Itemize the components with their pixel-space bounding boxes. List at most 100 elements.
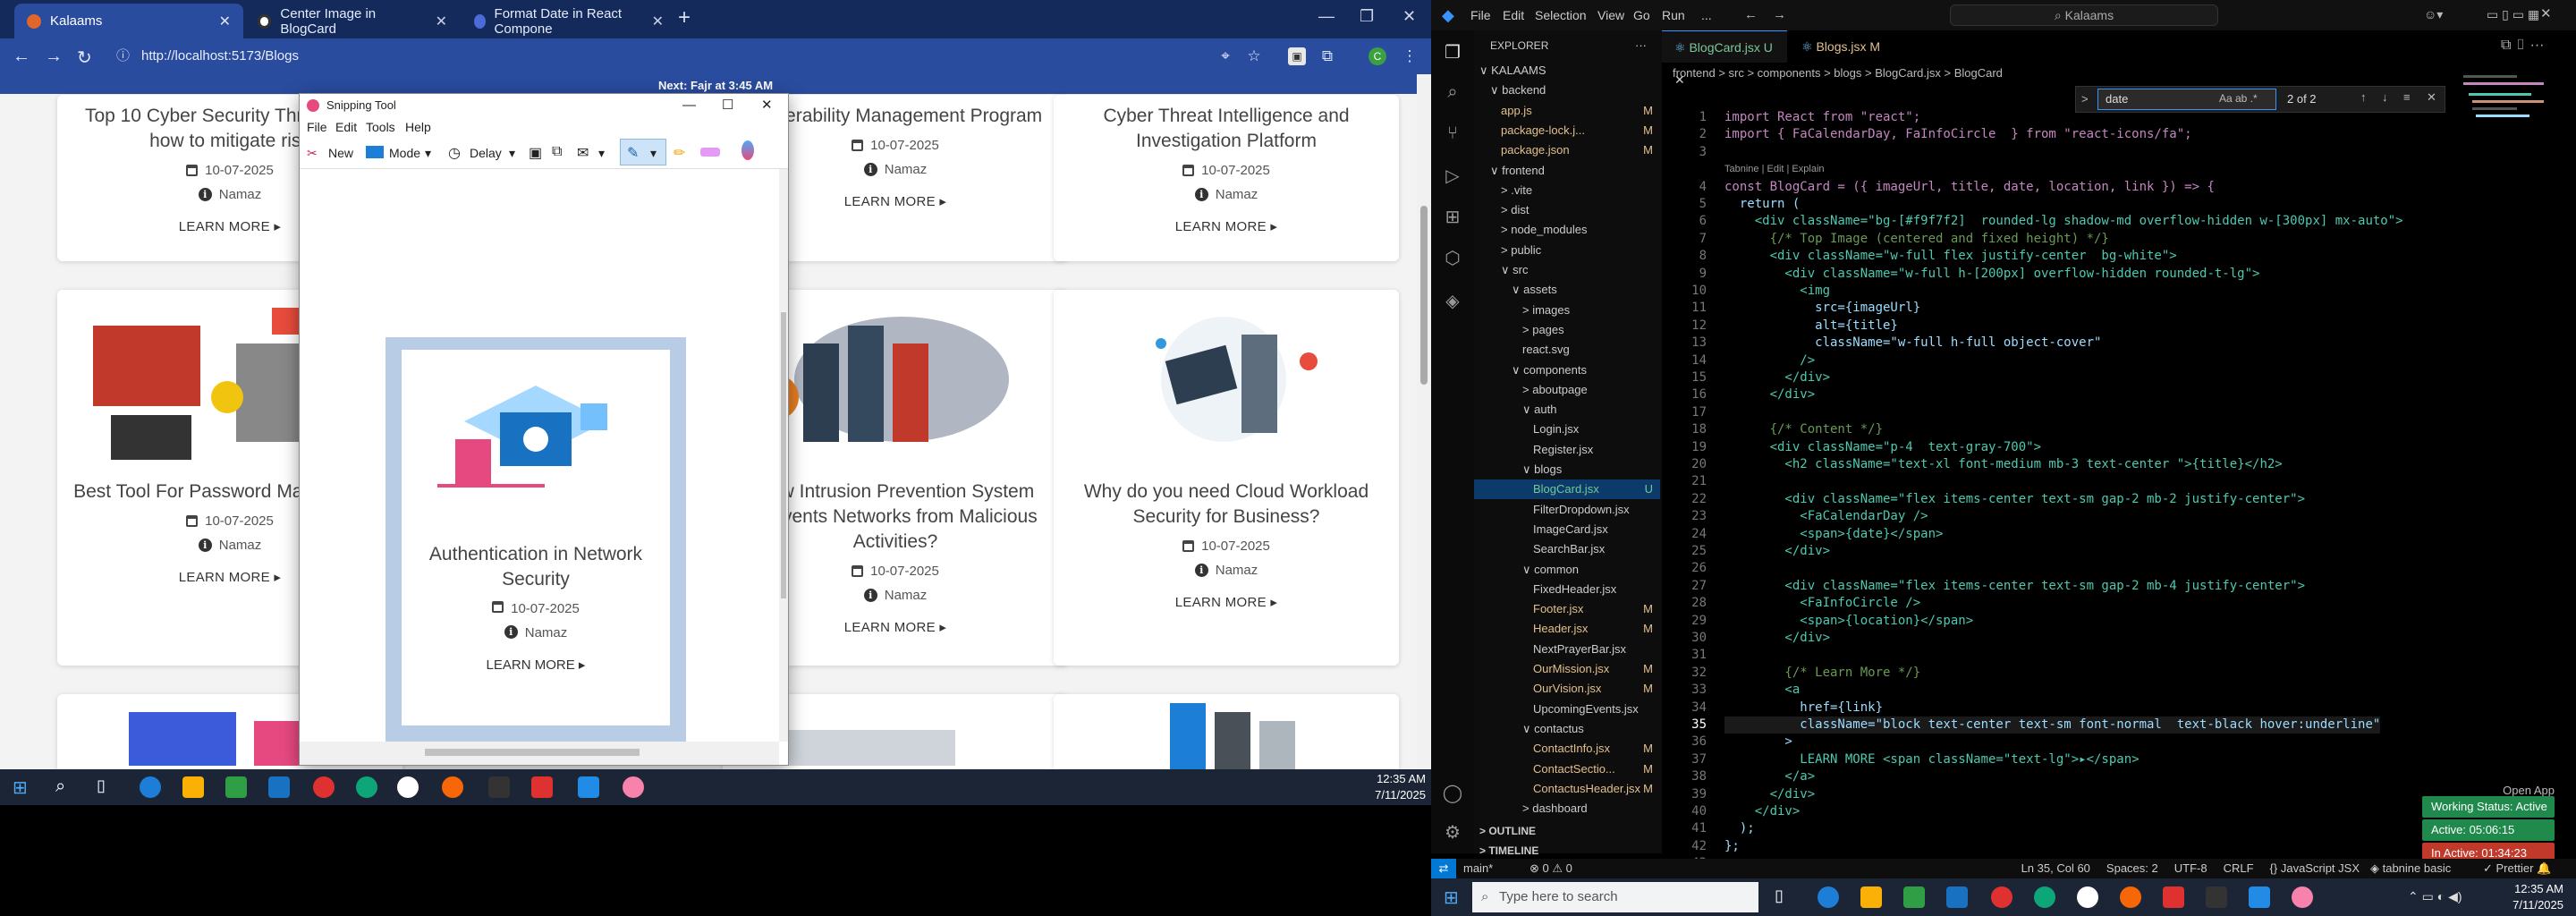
zoom-icon[interactable] (2163, 886, 2184, 908)
indentation[interactable]: Spaces: 2 (2106, 859, 2158, 878)
new-tab-button[interactable]: + (678, 5, 691, 30)
maximize-button[interactable]: ☐ (722, 94, 733, 117)
outline-section[interactable]: > OUTLINE (1479, 821, 1536, 841)
clock[interactable]: 12:35 AM 7/11/2025 (2492, 881, 2563, 913)
new-snip-button[interactable]: New (328, 146, 353, 160)
system-tray-icons[interactable]: ⌃ ▭ ◐ ◀) (2408, 889, 2462, 904)
folder-item[interactable]: ∨ assets (1474, 280, 1660, 300)
taskbar-search-box[interactable]: ⌕ Type here to search (1472, 882, 1758, 912)
file-item[interactable]: app.js M (1474, 101, 1660, 121)
toggle-replace-icon[interactable]: > (2081, 92, 2089, 106)
source-control-icon[interactable]: ⑂ (1442, 123, 1463, 145)
run-debug-icon[interactable]: ▷ (1442, 165, 1463, 186)
close-icon[interactable]: ✕ (2427, 90, 2436, 105)
save-icon[interactable]: ▣ (529, 144, 542, 162)
learn-more-link[interactable]: LEARN MORE ▸ (1054, 218, 1399, 234)
extension-icon[interactable]: ▣ (1288, 47, 1306, 65)
file-item[interactable]: ImageCard.jsx (1474, 520, 1660, 539)
file-explorer-icon[interactable] (182, 776, 204, 798)
outlook-icon[interactable] (268, 776, 290, 798)
menu-tools[interactable]: Tools (366, 120, 395, 134)
file-item[interactable]: OurVision.jsx M (1474, 679, 1660, 699)
folder-item[interactable]: ∨ contactus (1474, 719, 1660, 739)
folder-item[interactable]: > images (1474, 301, 1660, 320)
file-item[interactable]: Footer.jsx M (1474, 599, 1660, 619)
file-item[interactable]: ContactusHeader.jsx M (1474, 779, 1660, 799)
menu-file[interactable]: File (1470, 8, 1491, 22)
app-icon[interactable] (442, 776, 463, 798)
close-icon[interactable]: ✕ (436, 13, 447, 30)
folder-item[interactable]: > dist (1474, 200, 1660, 220)
close-button[interactable]: ✕ (1402, 7, 1416, 26)
folder-item[interactable]: ∨ auth (1474, 400, 1660, 420)
file-explorer-icon[interactable] (1860, 886, 1882, 908)
find-in-selection-icon[interactable]: ≡ (2403, 90, 2411, 104)
extensions-puzzle-icon[interactable]: ⧉ (1318, 47, 1336, 65)
outlook-icon[interactable] (1946, 886, 1968, 908)
forward-icon[interactable]: → (1773, 7, 1786, 22)
blog-card[interactable] (1054, 694, 1399, 769)
chevron-down-icon[interactable]: ▾ (598, 146, 605, 161)
url-field[interactable]: ⓘ http://localhost:5173/Blogs (106, 45, 1197, 68)
windows-start-icon[interactable]: ⊞ (1444, 886, 1465, 908)
maximize-button[interactable]: ❐ (1360, 7, 1374, 26)
menu-edit[interactable]: Edit (1503, 8, 1524, 22)
menu-view[interactable]: View (1597, 8, 1624, 22)
account-icon[interactable]: ◯ (1442, 782, 1463, 803)
location-icon[interactable]: ⌖ (1216, 47, 1234, 65)
menu-run[interactable]: Run (1662, 8, 1685, 22)
file-item[interactable]: ContactSectio... M (1474, 759, 1660, 779)
terminal-icon[interactable] (2206, 886, 2227, 908)
terminal-icon[interactable] (488, 776, 510, 798)
folder-item[interactable]: > pages (1474, 320, 1660, 340)
snip-horizontal-thumb[interactable] (425, 749, 640, 756)
site-info-icon[interactable]: ⓘ (116, 45, 130, 68)
code-editor[interactable]: 1 import React from "react"; 2 import { FaC… (1662, 109, 2538, 870)
problems-count[interactable]: ⊗ 0 ⚠ 0 (1530, 859, 1572, 878)
folder-item[interactable]: > .vite (1474, 181, 1660, 200)
file-item[interactable]: NextPrayerBar.jsx (1474, 640, 1660, 659)
file-item[interactable]: BlogCard.jsx U (1474, 479, 1660, 500)
vscode-icon[interactable] (578, 776, 599, 798)
forward-icon[interactable]: → (45, 47, 63, 67)
timeline-section[interactable]: > TIMELINE (1479, 841, 1538, 861)
folder-item[interactable]: > node_modules (1474, 220, 1660, 240)
edge-icon[interactable] (140, 776, 161, 798)
folder-item[interactable]: ∨ blogs (1474, 460, 1660, 479)
learn-more-link[interactable]: LEARN MORE ▸ (1054, 594, 1399, 610)
tab-blogcard[interactable]: ⚛ BlogCard.jsx U ✕ (1662, 30, 1787, 87)
menu-edit[interactable]: Edit (335, 120, 357, 134)
chevron-down-icon[interactable]: ▾ (650, 146, 657, 161)
menu-more[interactable]: ... (1701, 8, 1712, 22)
mode-button[interactable]: Mode (389, 146, 420, 160)
paint-3d-icon[interactable] (741, 140, 754, 160)
copilot-icon[interactable]: ☺▾ (2424, 7, 2443, 22)
store-icon[interactable] (225, 776, 247, 798)
folder-item[interactable]: ∨ src (1474, 260, 1660, 280)
reload-icon[interactable]: ↻ (77, 47, 92, 69)
folder-item[interactable]: ∨ frontend (1474, 161, 1660, 181)
menu-selection[interactable]: Selection (1535, 8, 1587, 22)
prettier-status[interactable]: ✓ Prettier 🔔 (2483, 859, 2551, 878)
git-branch[interactable]: main* (1463, 859, 1493, 878)
app-icon[interactable] (356, 776, 377, 798)
snipping-tool-taskbar-icon[interactable] (2292, 886, 2313, 908)
language-mode[interactable]: {} JavaScript JSX (2270, 859, 2360, 878)
explorer-icon[interactable]: ❐ (1442, 41, 1463, 63)
windows-start-icon[interactable]: ⊞ (13, 776, 34, 798)
task-view-icon[interactable]: ▯ (97, 776, 118, 798)
folder-item[interactable]: ∨ components (1474, 360, 1660, 380)
menu-help[interactable]: Help (405, 120, 431, 134)
app-icon[interactable] (2120, 886, 2141, 908)
file-item[interactable]: package.json M (1474, 140, 1660, 160)
file-item[interactable]: ContactInfo.jsx M (1474, 739, 1660, 759)
close-button[interactable]: ✕ (761, 94, 773, 117)
menu-file[interactable]: File (307, 120, 327, 134)
minimize-button[interactable]: — (682, 94, 696, 117)
file-item[interactable]: FixedHeader.jsx (1474, 580, 1660, 599)
menu-kebab-icon[interactable]: ⋮ (1401, 47, 1419, 65)
bookmark-star-icon[interactable]: ☆ (1245, 47, 1263, 65)
vscode-icon[interactable] (2249, 886, 2270, 908)
chatgpt-icon[interactable] (397, 776, 419, 798)
back-icon[interactable]: ← (13, 47, 30, 67)
